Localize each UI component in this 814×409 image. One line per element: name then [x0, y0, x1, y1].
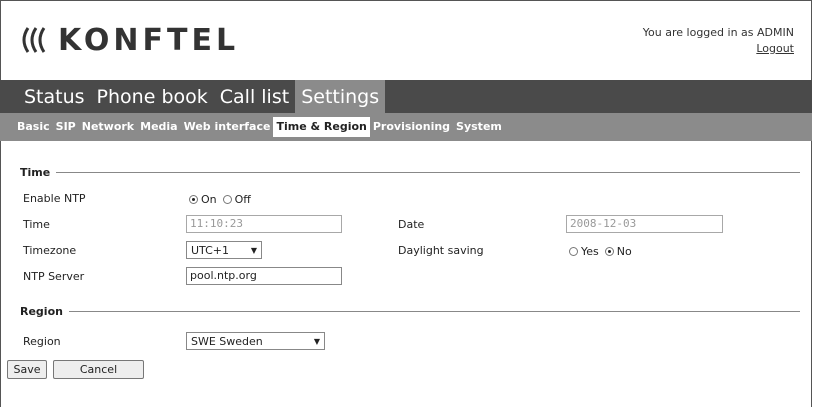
date-field[interactable]: 2008-12-03 — [566, 215, 723, 233]
subtab-system[interactable]: System — [453, 117, 505, 137]
enable-ntp-label: Enable NTP — [23, 192, 86, 205]
subtab-web-interface[interactable]: Web interface — [181, 117, 274, 137]
time-section-title: Time — [20, 166, 51, 179]
logout-link[interactable]: Logout — [756, 42, 794, 55]
sub-nav: Basic SIP Network Media Web interface Ti… — [0, 113, 812, 141]
daylight-no-radio[interactable] — [604, 247, 614, 256]
region-label: Region — [23, 335, 61, 348]
region-section-title: Region — [20, 305, 63, 318]
tab-status[interactable]: Status — [0, 80, 91, 113]
save-button[interactable]: Save — [7, 360, 47, 379]
subtab-network[interactable]: Network — [79, 117, 137, 137]
timezone-value: UTC+1 — [191, 243, 230, 257]
login-info: You are logged in as ADMIN Logout — [643, 25, 794, 57]
header: KONFTEL You are logged in as ADMIN Logou… — [0, 0, 812, 80]
date-label: Date — [398, 218, 425, 231]
ntp-server-field[interactable]: pool.ntp.org — [186, 267, 342, 285]
time-label: Time — [23, 218, 50, 231]
ntp-off-label: Off — [234, 193, 251, 206]
section-divider — [56, 172, 800, 173]
login-text: You are logged in as ADMIN — [642, 26, 794, 39]
region-value: SWE Sweden — [191, 334, 263, 348]
tab-phone-book[interactable]: Phone book — [91, 80, 214, 113]
subtab-sip[interactable]: SIP — [53, 117, 79, 137]
ntp-server-label: NTP Server — [23, 270, 85, 283]
timezone-label: Timezone — [23, 244, 77, 257]
ntp-radio-group: On Off — [189, 193, 257, 206]
main-nav: Status Phone book Call list Settings — [0, 80, 812, 113]
tab-call-list[interactable]: Call list — [214, 80, 295, 113]
logo-text: KONFTEL — [58, 22, 240, 58]
daylight-no-label: No — [616, 245, 632, 258]
chevron-down-icon: ▼ — [313, 336, 320, 346]
region-select[interactable]: SWE Sweden ▼ — [186, 332, 325, 350]
daylight-yes-label: Yes — [581, 245, 599, 258]
ntp-on-label: On — [201, 193, 217, 206]
konftel-logo: KONFTEL — [14, 20, 239, 60]
cancel-button[interactable]: Cancel — [53, 360, 144, 379]
sound-waves-icon — [22, 27, 46, 53]
section-divider — [68, 311, 800, 312]
subtab-media[interactable]: Media — [137, 117, 180, 137]
subtab-provisioning[interactable]: Provisioning — [370, 117, 453, 137]
region-section-header: Region — [20, 305, 800, 318]
daylight-saving-label: Daylight saving — [398, 244, 484, 257]
daylight-yes-radio[interactable] — [569, 247, 578, 256]
ntp-on-radio[interactable] — [189, 195, 198, 204]
tab-settings[interactable]: Settings — [295, 80, 386, 113]
chevron-down-icon: ▼ — [250, 245, 257, 255]
subtab-basic[interactable]: Basic — [14, 117, 53, 137]
time-field[interactable]: 11:10:23 — [186, 215, 342, 233]
ntp-off-radio[interactable] — [222, 195, 232, 204]
subtab-time-region[interactable]: Time & Region — [273, 117, 370, 137]
daylight-radio-group: Yes No — [569, 245, 638, 258]
timezone-select[interactable]: UTC+1 ▼ — [186, 241, 262, 259]
time-section-header: Time — [20, 166, 800, 179]
